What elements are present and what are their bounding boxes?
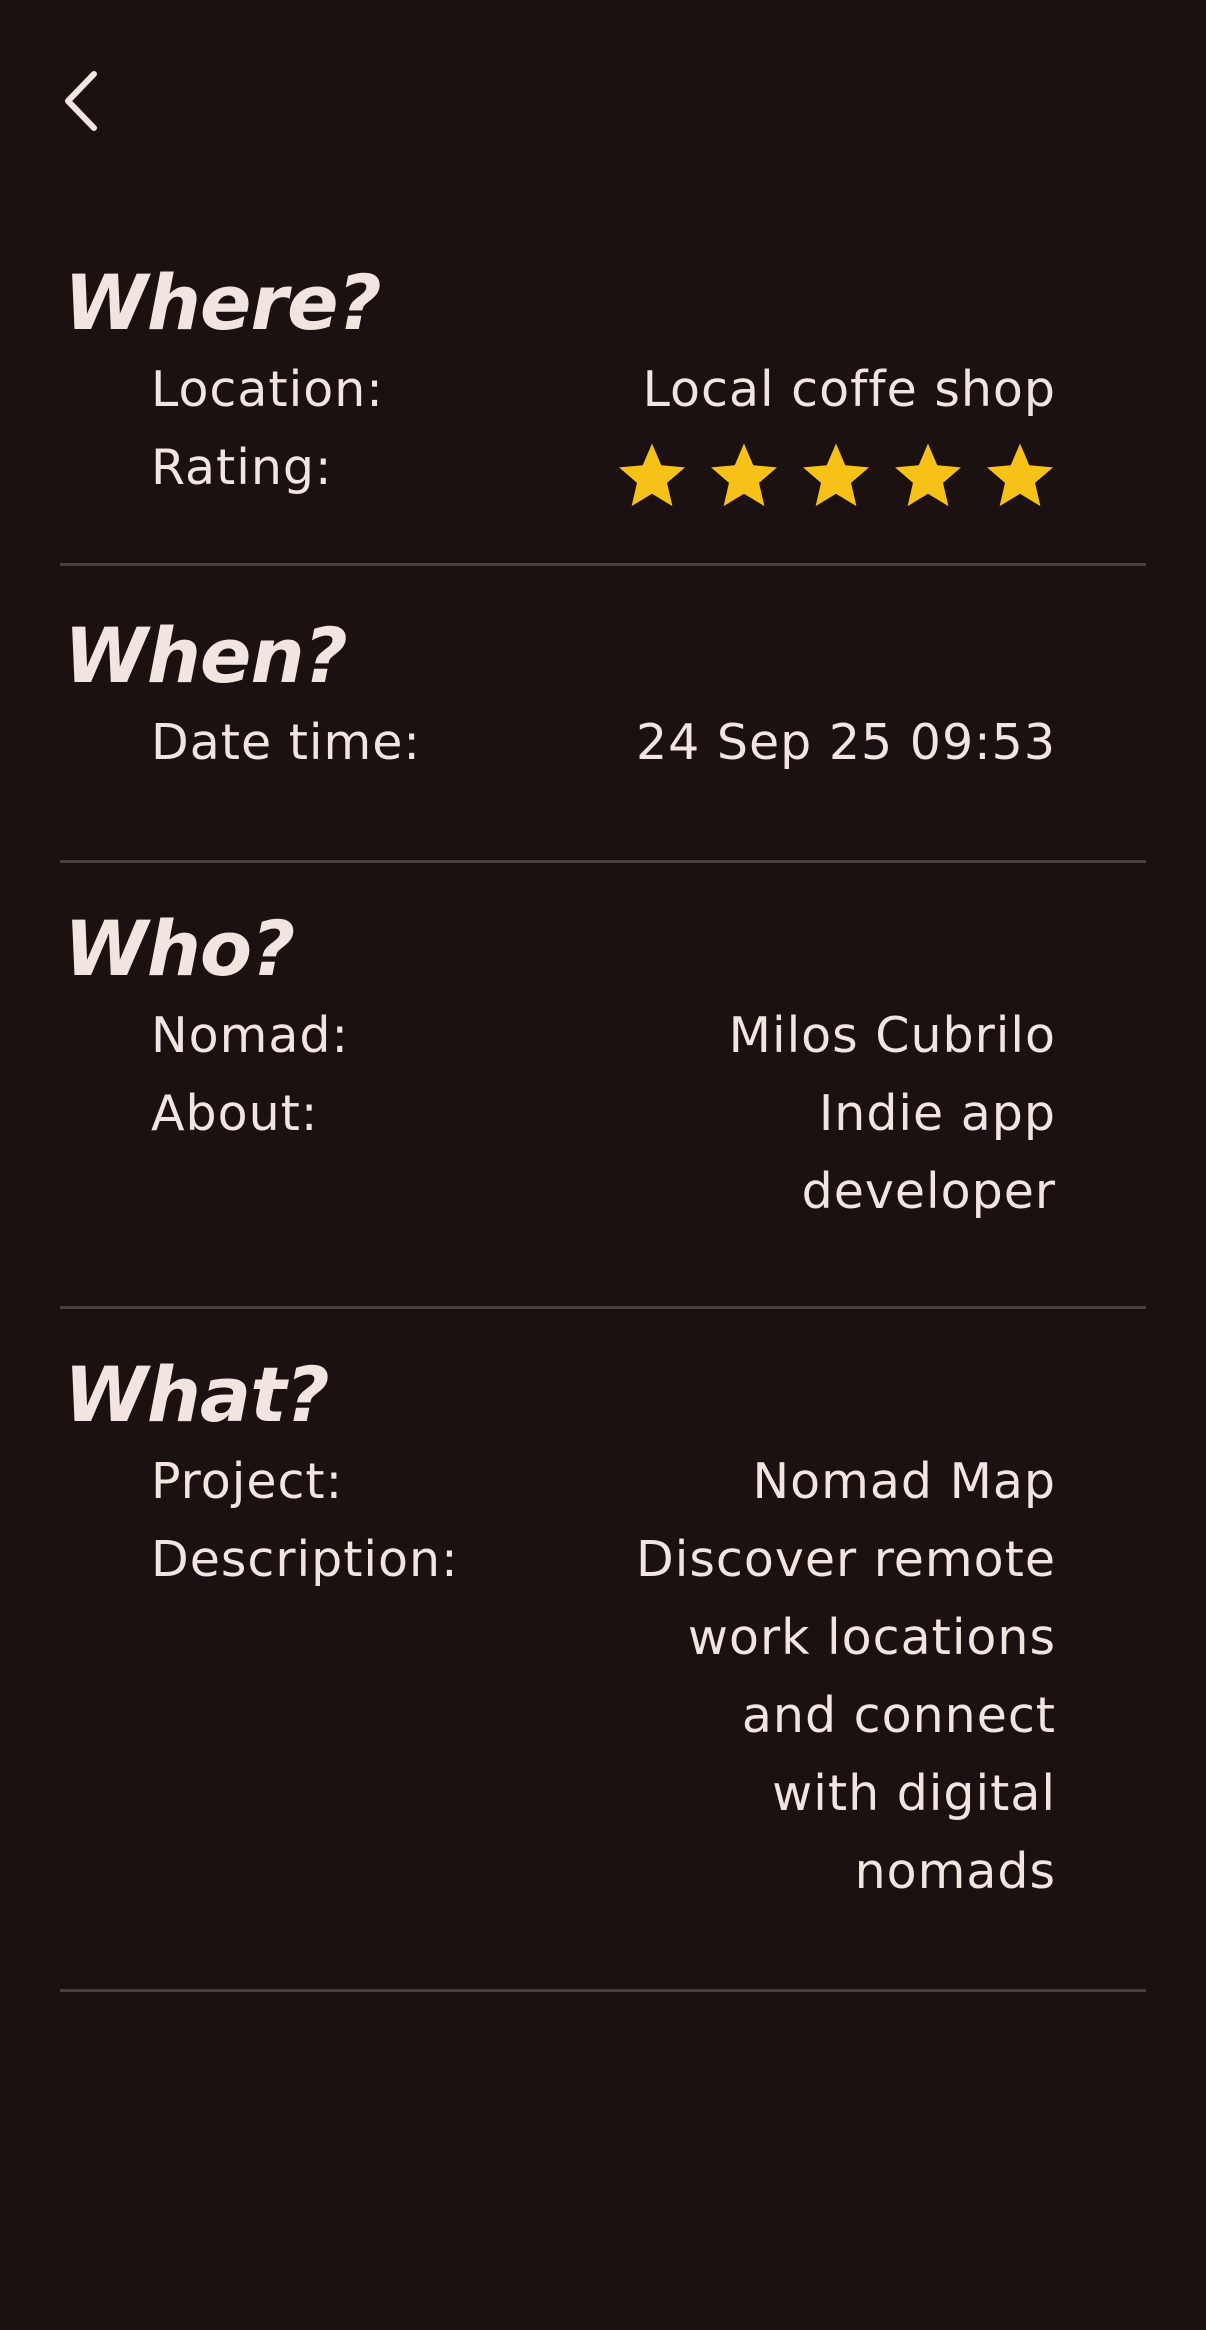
rating-stars — [616, 429, 1056, 511]
datetime-row: Date time: 24 Sep 25 09:53 — [60, 704, 1146, 782]
nomad-label: Nomad: — [151, 1007, 350, 1064]
what-heading: What? — [64, 1350, 330, 1439]
star-icon — [619, 443, 685, 507]
about-row: About: Indie app developer — [60, 1075, 1146, 1231]
nomad-value: Milos Cubrilo — [728, 1007, 1056, 1064]
rating-label: Rating: — [151, 439, 333, 496]
where-heading: Where? — [64, 258, 382, 347]
project-row: Project: Nomad Map — [60, 1443, 1146, 1521]
description-value: Discover remote work locations and conne… — [636, 1531, 1056, 1900]
about-value: Indie app developer — [801, 1085, 1056, 1220]
back-button[interactable] — [58, 66, 110, 136]
project-value: Nomad Map — [752, 1453, 1056, 1510]
who-heading: Who? — [64, 904, 295, 993]
who-section: Who? Nomad: Milos Cubrilo About: Indie a… — [60, 901, 1146, 1309]
when-heading: When? — [64, 611, 348, 700]
detail-content: Where? Location: Local coffe shop Rating… — [60, 255, 1146, 1992]
chevron-left-icon — [65, 71, 97, 131]
datetime-label: Date time: — [151, 714, 421, 771]
star-icon — [711, 443, 777, 507]
location-label: Location: — [151, 361, 384, 418]
where-section: Where? Location: Local coffe shop Rating… — [60, 255, 1146, 566]
datetime-value: 24 Sep 25 09:53 — [636, 714, 1056, 771]
nomad-row: Nomad: Milos Cubrilo — [60, 997, 1146, 1075]
about-label: About: — [151, 1085, 319, 1142]
description-label: Description: — [151, 1531, 459, 1588]
when-section: When? Date time: 24 Sep 25 09:53 — [60, 608, 1146, 863]
project-label: Project: — [151, 1453, 344, 1510]
location-row: Location: Local coffe shop — [60, 351, 1146, 429]
location-value: Local coffe shop — [642, 361, 1056, 418]
rating-row: Rating: — [60, 429, 1146, 511]
star-icon — [895, 443, 961, 507]
star-icon — [803, 443, 869, 507]
what-section: What? Project: Nomad Map Description: Di… — [60, 1347, 1146, 1992]
star-icon — [987, 443, 1053, 507]
description-row: Description: Discover remote work locati… — [60, 1521, 1146, 1911]
